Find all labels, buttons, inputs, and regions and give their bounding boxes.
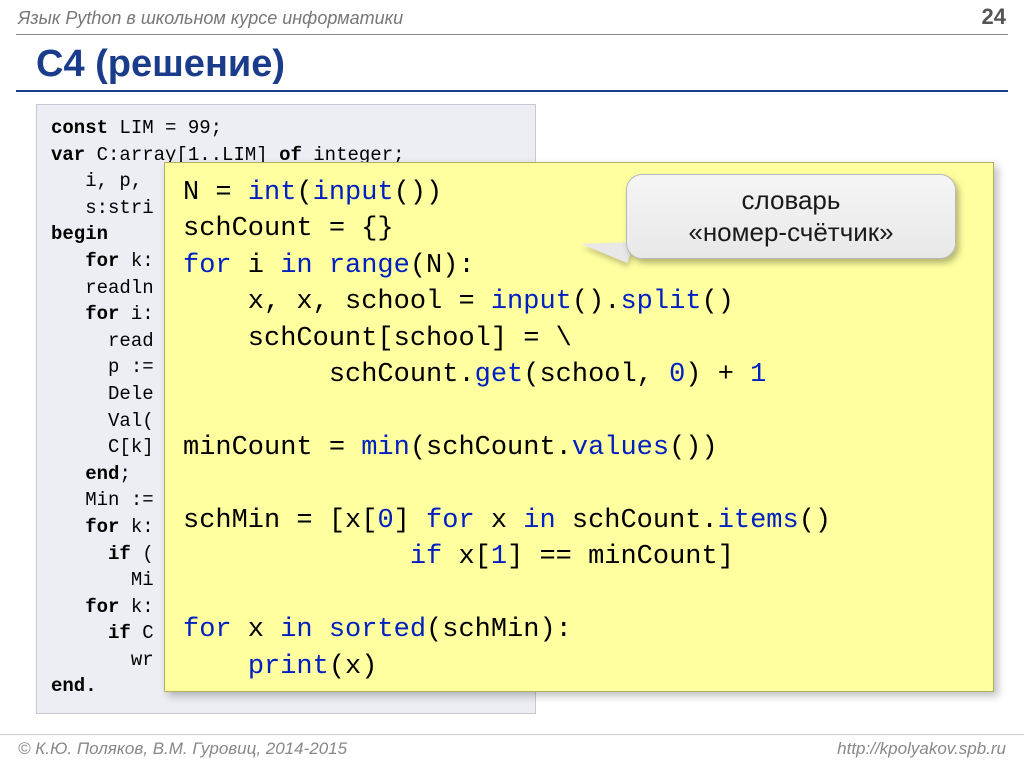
page-title: C4 (решение)	[36, 43, 1024, 86]
callout-line1: словарь	[742, 185, 841, 215]
header-bar: Язык Python в школьном курсе информатики…	[0, 0, 1024, 30]
subject-title: Язык Python в школьном курсе информатики	[18, 8, 403, 29]
content-area: const LIM = 99; var C:array[1..LIM] of i…	[36, 104, 996, 734]
callout-bubble: словарь «номер-счётчик»	[626, 174, 956, 259]
footer-copyright: © К.Ю. Поляков, В.М. Гуровиц, 2014-2015	[18, 739, 347, 759]
header-rule	[16, 34, 1008, 35]
footer-url: http://kpolyakov.spb.ru	[837, 739, 1006, 759]
title-rule	[16, 90, 1008, 92]
callout-line2: «номер-счётчик»	[688, 217, 893, 247]
footer-bar: © К.Ю. Поляков, В.М. Гуровиц, 2014-2015 …	[0, 734, 1024, 767]
page-number: 24	[982, 4, 1006, 30]
